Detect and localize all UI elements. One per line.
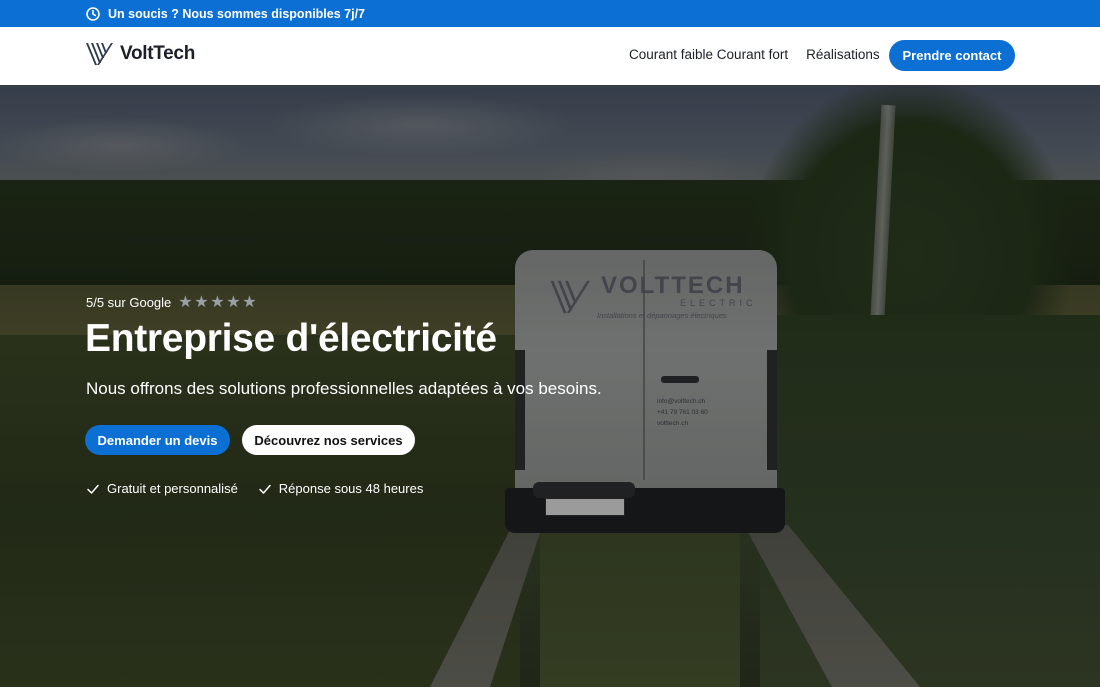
clock-icon: [86, 6, 100, 21]
main-nav: Courant faible Courant fort Réalisations: [629, 47, 898, 62]
nav-link-realisations[interactable]: Réalisations: [806, 47, 880, 62]
star-icon: ★: [226, 294, 241, 311]
rating-stars: ★ ★ ★ ★ ★: [178, 294, 258, 311]
benefit-item: Réponse sous 48 heures: [258, 481, 424, 496]
check-icon: [258, 482, 272, 496]
check-icon: [86, 482, 100, 496]
logo[interactable]: VoltTech: [85, 41, 195, 67]
volttech-logo-icon: [85, 41, 115, 67]
contact-button[interactable]: Prendre contact: [889, 40, 1015, 71]
rating-text: 5/5 sur Google: [86, 295, 172, 310]
hero-subtitle: Nous offrons des solutions professionnel…: [86, 379, 602, 398]
request-quote-button[interactable]: Demander un devis: [85, 425, 230, 455]
announcement-bar: Un soucis ? Nous sommes disponibles 7j/7: [0, 0, 1100, 27]
hero-title: Entreprise d'électricité: [85, 317, 497, 360]
star-icon: ★: [210, 294, 225, 311]
logo-text: VoltTech: [120, 43, 196, 64]
star-icon: ★: [194, 294, 209, 311]
star-icon: ★: [242, 294, 257, 311]
benefit-label: Gratuit et personnalisé: [107, 481, 238, 496]
google-rating: 5/5 sur Google ★ ★ ★ ★ ★: [86, 294, 258, 311]
star-icon: ★: [178, 294, 193, 311]
benefit-label: Réponse sous 48 heures: [278, 481, 424, 496]
benefit-item: Gratuit et personnalisé: [86, 481, 238, 496]
site-header: VoltTech Courant faible Courant fort Réa…: [0, 27, 1100, 85]
discover-services-button[interactable]: Découvrez nos services: [242, 425, 415, 455]
announcement-text: Un soucis ? Nous sommes disponibles 7j/7: [108, 6, 366, 21]
hero-section: VOLTTECH ELECTRIC Installations et dépan…: [0, 85, 1100, 687]
nav-link-courant[interactable]: Courant faible Courant fort: [629, 47, 788, 62]
hero-benefits: Gratuit et personnalisé Réponse sous 48 …: [86, 481, 443, 496]
